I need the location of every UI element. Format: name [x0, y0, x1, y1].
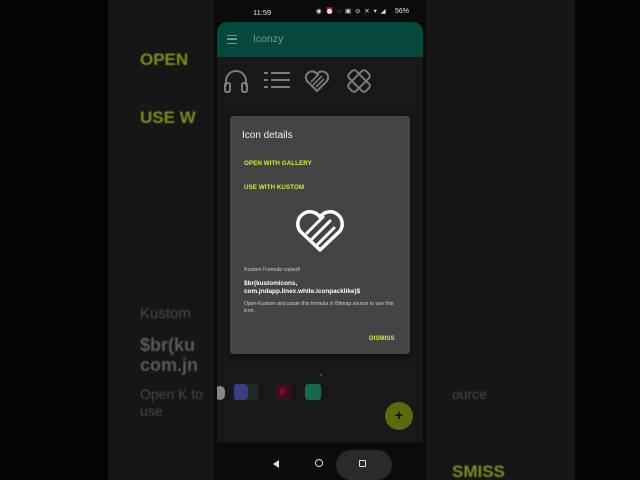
help-text: Open Kustom and paste this formula in Bi… — [244, 301, 394, 314]
use-with-kustom-button[interactable]: USE WITH KUSTOM — [244, 184, 304, 191]
bg-open-kustom-text: Open K to use — [140, 386, 204, 419]
status-icons: ◉ ⏰ ◌ ▣ ⊖ ✕ ▾ ◢ — [316, 8, 387, 15]
dismiss-button[interactable]: DISMISS — [369, 335, 394, 342]
open-with-gallery-button[interactable]: OPEN WITH GALLERY — [244, 160, 312, 167]
recents-icon[interactable] — [359, 460, 366, 467]
kustom-formula: $br(kustomicons, com.jndapp.linex.white.… — [244, 280, 361, 295]
status-time: 11:59 — [253, 8, 272, 17]
home-icon[interactable] — [315, 459, 323, 467]
status-bar: 11:59 ◉ ⏰ ◌ ▣ ⊖ ✕ ▾ ◢ 56% — [218, 0, 422, 24]
bg-source-text: ource — [452, 386, 488, 402]
bg-formula-text: $br(ku com.jn — [140, 335, 199, 375]
bg-open-text: OPEN — [140, 50, 189, 69]
bg-use-text: USE W — [140, 108, 196, 127]
bg-kustom-text: Kustom — [140, 305, 191, 322]
icon-details-dialog: Icon details OPEN WITH GALLERY USE WITH … — [230, 116, 410, 354]
back-icon[interactable] — [273, 460, 279, 468]
heart-icon — [296, 210, 344, 252]
navigation-bar — [218, 442, 422, 480]
copied-message: Kustom Formula copied! — [244, 267, 301, 273]
battery-level: 56% — [395, 8, 410, 15]
bg-dismiss-text: SMISS — [452, 462, 505, 480]
dialog-title: Icon details — [242, 130, 293, 141]
